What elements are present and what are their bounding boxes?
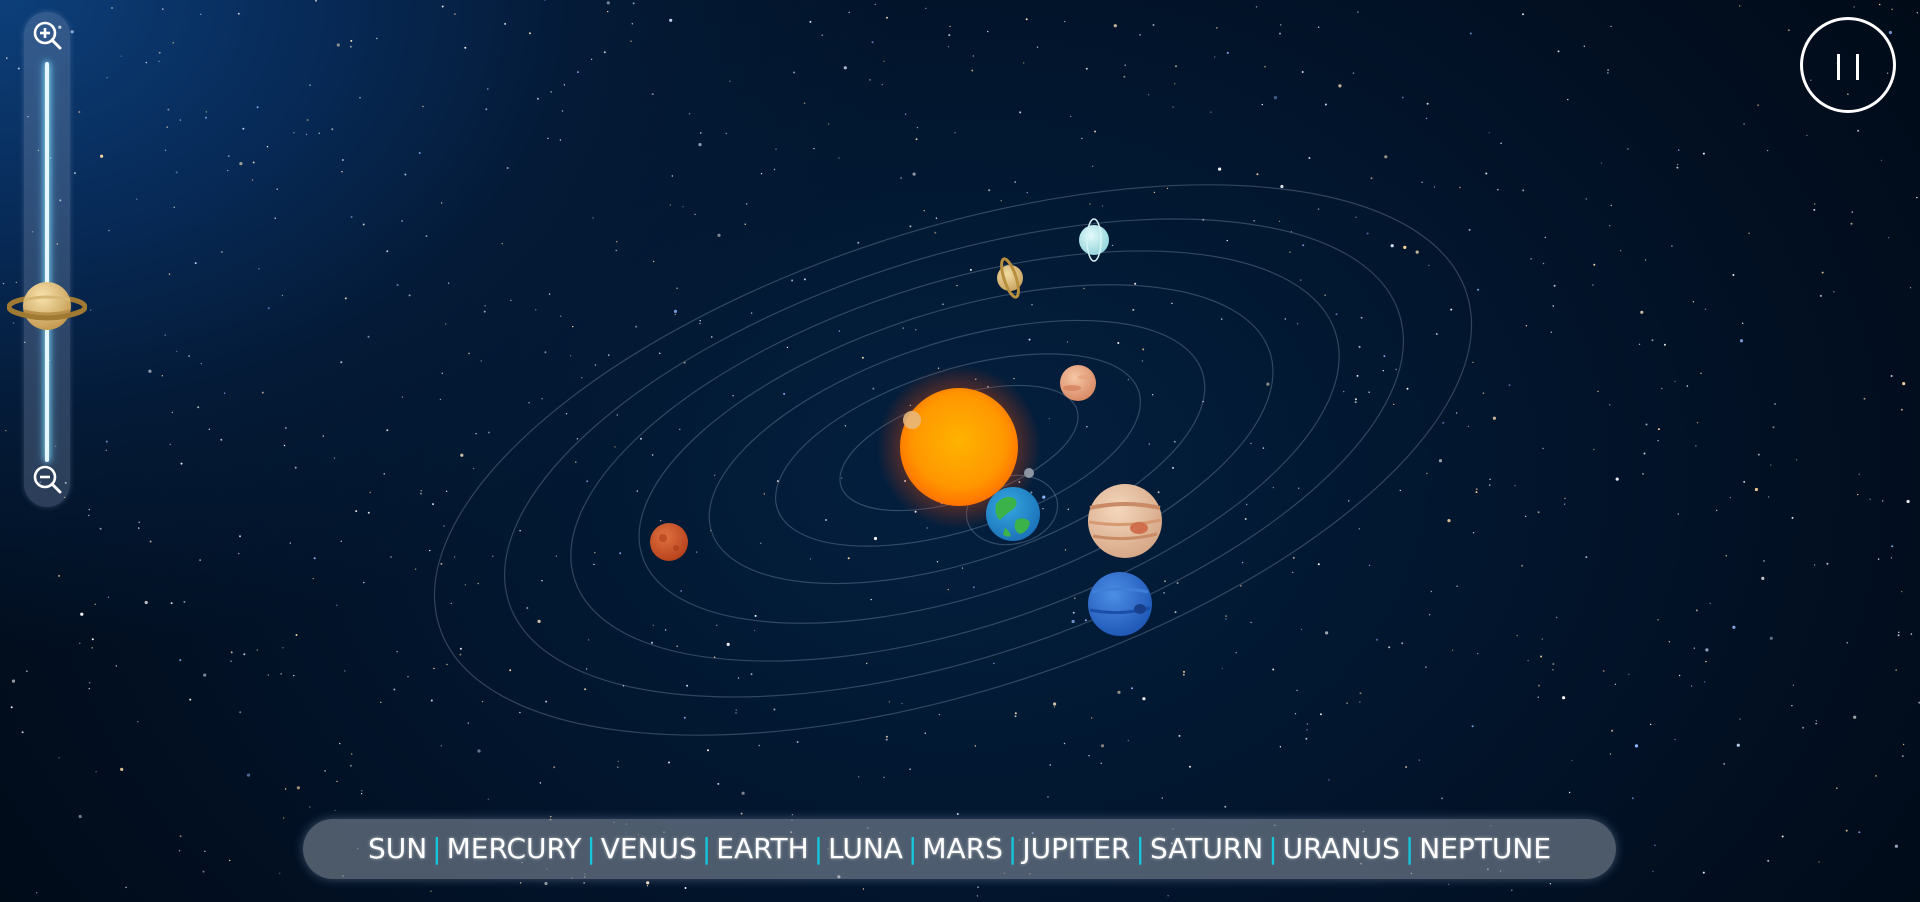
mars[interactable] [650,523,688,561]
saturn-icon[interactable] [6,275,88,335]
planet-link-mars[interactable]: MARS [922,819,1003,879]
planet-link-uranus[interactable]: URANUS [1283,819,1400,879]
space-background [0,0,1920,902]
zoom-slider[interactable] [6,12,88,507]
planet-link-luna[interactable]: LUNA [828,819,903,879]
zoom-in-icon[interactable] [32,20,62,50]
planet-link-sun[interactable]: SUN [368,819,427,879]
nav-separator: | [1404,832,1415,865]
nav-separator: | [1268,832,1278,865]
planet-link-neptune[interactable]: NEPTUNE [1419,819,1551,879]
planet-link-jupiter[interactable]: JUPITER [1022,819,1130,879]
nav-separator: | [1007,832,1018,865]
planet-nav-bar: SUN | MERCURY | VENUS | EARTH | LUNA | MARS | JUPITE… [303,819,1616,879]
neptune[interactable] [1088,572,1152,636]
planet-link-mercury[interactable]: MERCURY [447,819,582,879]
nav-separator: | [813,832,824,865]
nav-separator: | [1135,832,1145,865]
planet-link-saturn[interactable]: SATURN [1150,819,1263,879]
pause-button[interactable] [1800,17,1896,113]
zoom-out-icon[interactable] [32,464,62,494]
planet-link-venus[interactable]: VENUS [601,819,697,879]
planet-link-earth[interactable]: EARTH [716,819,808,879]
mercury[interactable] [1060,365,1096,401]
nav-separator: | [907,832,918,865]
nav-separator: | [701,832,712,865]
venus[interactable] [903,411,921,429]
saturn[interactable] [997,257,1023,299]
solar-system-view[interactable] [0,0,1920,902]
jupiter[interactable] [1088,484,1162,558]
nav-separator: | [432,832,442,865]
nav-separator: | [586,832,596,865]
luna[interactable] [1024,468,1034,478]
zoom-track[interactable] [45,62,49,462]
earth[interactable] [986,487,1040,541]
